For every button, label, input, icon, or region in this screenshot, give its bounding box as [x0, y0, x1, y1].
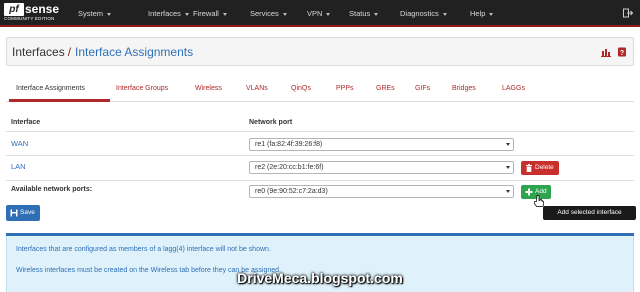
trash-icon — [526, 164, 532, 172]
info-text-lagg: Interfaces that are configured as member… — [16, 246, 271, 253]
network-port-select-lan[interactable]: re2 (2e:20:cc:b1:fe:6f) — [249, 161, 514, 174]
dropdown-arrow-icon — [506, 143, 510, 146]
tab-bar: Interface Assignments Interface Groups W… — [6, 78, 634, 102]
breadcrumb: Interfaces / Interface Assignments — [12, 45, 193, 59]
menu-help[interactable]: Help — [470, 9, 494, 18]
caret-down-icon — [107, 12, 112, 16]
interface-link-wan[interactable]: WAN — [11, 139, 28, 148]
breadcrumb-page[interactable]: Interface Assignments — [75, 45, 193, 59]
chart-icon[interactable] — [601, 47, 611, 57]
column-header-network-port: Network port — [249, 119, 293, 126]
delete-label: Delete — [535, 164, 554, 171]
menu-status[interactable]: Status — [349, 9, 379, 18]
svg-text:?: ? — [620, 50, 624, 57]
dropdown-arrow-icon — [506, 190, 510, 193]
save-icon — [10, 209, 18, 217]
plus-icon — [525, 188, 533, 196]
caret-down-icon — [326, 12, 331, 16]
breadcrumb-section[interactable]: Interfaces — [12, 45, 65, 59]
caret-down-icon — [282, 12, 287, 16]
caret-down-icon — [222, 12, 227, 16]
divider — [6, 155, 634, 156]
interface-link-lan[interactable]: LAN — [11, 162, 26, 171]
breadcrumb-separator: / — [67, 45, 72, 59]
top-navbar: pf sense COMMUNITY EDITION System Interf… — [0, 0, 640, 27]
select-value: re2 (2e:20:cc:b1:fe:6f) — [255, 164, 324, 171]
delete-interface-button[interactable]: Delete — [521, 161, 559, 175]
tab-qinqs[interactable]: QinQs — [291, 85, 311, 92]
select-value: re1 (fa:82:4f:39:26:f8) — [255, 141, 323, 148]
menu-services[interactable]: Services — [250, 9, 287, 18]
logo-edition: COMMUNITY EDITION — [4, 16, 55, 21]
available-ports-label: Available network ports: — [11, 186, 93, 193]
menu-interfaces[interactable]: Interfaces — [148, 9, 189, 18]
caret-down-icon — [184, 12, 189, 16]
caret-down-icon — [489, 12, 494, 16]
tab-interface-groups[interactable]: Interface Groups — [116, 85, 168, 92]
caret-down-icon — [442, 12, 447, 16]
caret-down-icon — [374, 12, 379, 16]
logo-mark: pf — [4, 3, 24, 16]
available-port-select[interactable]: re0 (9e:90:52:c7:2a:d3) — [249, 185, 514, 198]
save-label: Save — [20, 209, 35, 216]
logout-icon[interactable] — [623, 8, 633, 18]
add-tooltip: Add selected interface — [543, 206, 636, 220]
divider — [6, 131, 634, 132]
watermark: DriveMeca.blogspot.com — [237, 270, 403, 286]
divider — [6, 180, 634, 181]
pfsense-logo[interactable]: pf sense COMMUNITY EDITION — [4, 2, 64, 23]
save-button[interactable]: Save — [6, 205, 40, 221]
tab-laggs[interactable]: LAGGs — [502, 85, 525, 92]
tab-gifs[interactable]: GIFs — [415, 85, 430, 92]
menu-vpn[interactable]: VPN — [307, 9, 331, 18]
logo-name: sense — [25, 2, 60, 16]
dropdown-arrow-icon — [506, 166, 510, 169]
menu-system[interactable]: System — [78, 9, 112, 18]
tab-gres[interactable]: GREs — [376, 85, 395, 92]
hand-cursor-icon — [534, 195, 544, 207]
network-port-select-wan[interactable]: re1 (fa:82:4f:39:26:f8) — [249, 138, 514, 151]
tab-bridges[interactable]: Bridges — [452, 85, 476, 92]
active-tab-indicator — [9, 99, 110, 102]
menu-diagnostics[interactable]: Diagnostics — [400, 9, 447, 18]
help-book-icon[interactable]: ? — [617, 47, 627, 57]
page-header: Interfaces / Interface Assignments ? — [6, 37, 634, 66]
select-value: re0 (9e:90:52:c7:2a:d3) — [255, 188, 328, 195]
column-header-interface: Interface — [11, 119, 41, 126]
menu-firewall[interactable]: Firewall — [193, 9, 227, 18]
tab-wireless[interactable]: Wireless — [195, 85, 222, 92]
tab-ppps[interactable]: PPPs — [336, 85, 354, 92]
tab-interface-assignments[interactable]: Interface Assignments — [16, 85, 85, 92]
tab-vlans[interactable]: VLANs — [246, 85, 268, 92]
